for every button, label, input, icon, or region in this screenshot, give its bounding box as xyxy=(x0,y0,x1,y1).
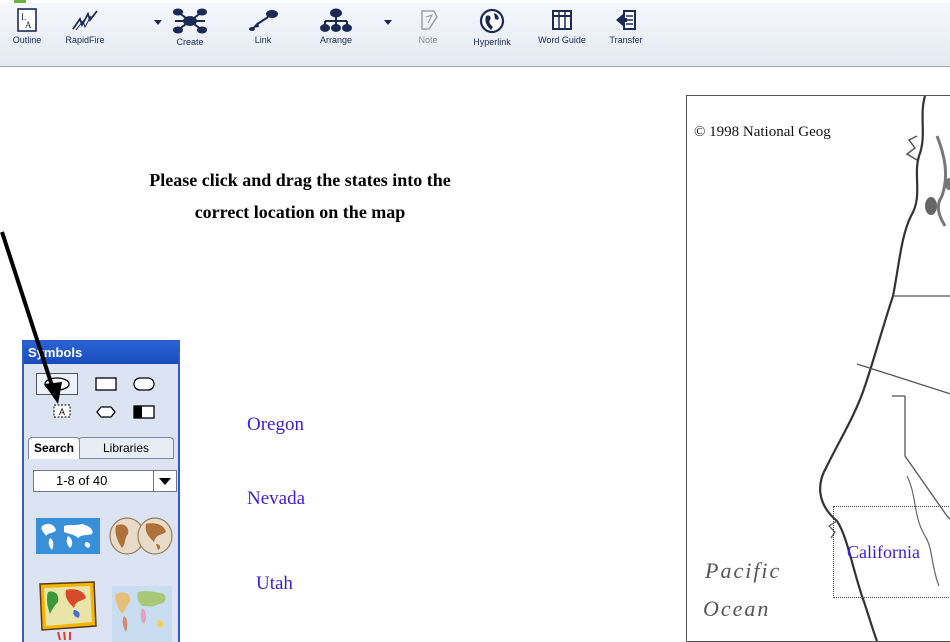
us-west-map[interactable]: © 1998 National Geog Pacific Ocean Calif… xyxy=(686,95,950,642)
instructions-text: Please click and drag the states into th… xyxy=(60,164,540,228)
toolbar: I. A Outline RapidFire Create Link Arran… xyxy=(0,0,950,67)
tab-search[interactable]: Search xyxy=(28,437,80,459)
shadow-rectangle-shape-icon[interactable] xyxy=(132,404,156,420)
word-guide-label: Word Guide xyxy=(538,35,586,45)
results-range-select[interactable]: 1-8 of 40 xyxy=(33,470,177,492)
rounded-rectangle-shape-icon[interactable] xyxy=(132,376,156,392)
arrange-label: Arrange xyxy=(319,35,353,45)
link-label: Link xyxy=(254,35,272,45)
ocean-label-line-2: Ocean xyxy=(703,596,771,621)
create-label: Create xyxy=(176,37,204,47)
create-button[interactable]: Create xyxy=(168,8,212,64)
link-icon xyxy=(249,10,278,31)
note-label: Note xyxy=(418,35,438,45)
state-label-nevada[interactable]: Nevada xyxy=(247,488,305,510)
placed-state-label-california[interactable]: California xyxy=(847,542,920,563)
palette-tabs: Search Libraries xyxy=(28,437,176,459)
chevron-down-icon xyxy=(159,478,171,485)
state-label-utah[interactable]: Utah xyxy=(256,573,293,595)
link-button[interactable]: Link xyxy=(243,8,283,64)
map-copyright: © 1998 National Geog xyxy=(694,124,831,140)
arrange-button[interactable]: Arrange xyxy=(314,8,358,64)
create-icon xyxy=(173,8,207,34)
pointer-arrow xyxy=(0,231,62,404)
rapidfire-dropdown-arrow[interactable] xyxy=(154,20,162,25)
note-icon xyxy=(421,10,438,30)
toolbar-top-line xyxy=(0,0,950,3)
clipart-world-map-blue[interactable] xyxy=(36,518,100,554)
hyperlink-button[interactable]: Hyperlink xyxy=(470,8,514,64)
transfer-icon xyxy=(616,10,636,30)
hyperlink-label: Hyperlink xyxy=(473,37,511,47)
range-dropdown-button[interactable] xyxy=(153,471,176,491)
clipart-world-map-colored[interactable] xyxy=(38,580,98,640)
ocean-label-line-1: Pacific xyxy=(705,558,782,583)
clipart-world-map-political[interactable] xyxy=(112,586,172,642)
word-guide-icon xyxy=(552,10,572,30)
state-label-oregon[interactable]: Oregon xyxy=(247,414,304,436)
arrange-dropdown-arrow[interactable] xyxy=(384,20,392,25)
transfer-label: Transfer xyxy=(609,35,643,45)
results-range-value: 1-8 of 40 xyxy=(56,473,108,488)
note-button[interactable]: Note xyxy=(408,8,448,64)
transfer-button[interactable]: Transfer xyxy=(606,8,646,64)
arrange-icon xyxy=(320,8,352,32)
hyperlink-icon xyxy=(479,8,505,34)
clipart-world-map-sepia[interactable] xyxy=(108,514,174,558)
word-guide-button[interactable]: Word Guide xyxy=(534,8,590,64)
instructions-line-2: correct location on the map xyxy=(194,202,406,222)
tab-libraries[interactable]: Libraries xyxy=(78,437,174,458)
instructions-line-1: Please click and drag the states into th… xyxy=(149,170,451,190)
